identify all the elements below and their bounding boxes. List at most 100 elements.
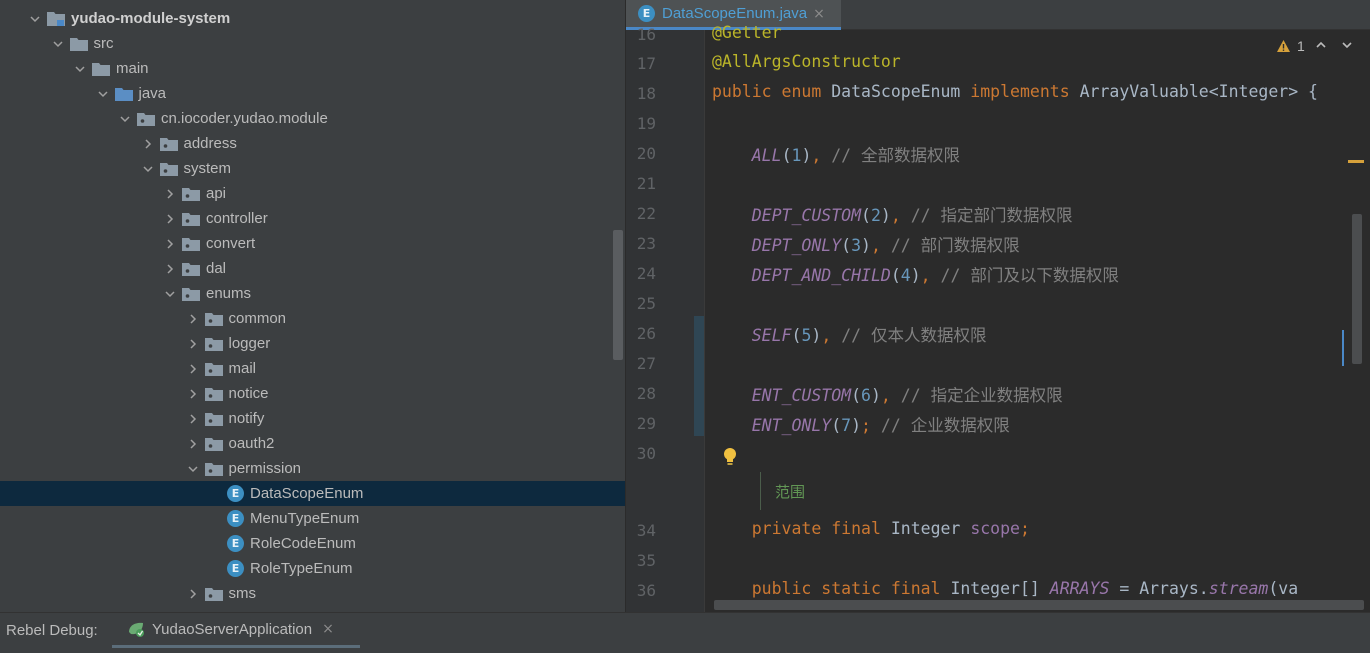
code-token: public static final bbox=[751, 579, 951, 598]
enum-file-icon: E bbox=[638, 5, 655, 22]
chevron-right-icon[interactable] bbox=[185, 411, 201, 427]
warning-stripe-marker[interactable] bbox=[1348, 160, 1364, 163]
code-line[interactable]: @AllArgsConstructor bbox=[712, 52, 901, 71]
project-tree[interactable]: yudao-module-system src main java cn.iocoder… bbox=[0, 0, 625, 612]
tree-item-label: RoleTypeEnum bbox=[250, 560, 353, 577]
folded-region[interactable]: 范围 bbox=[760, 472, 1360, 510]
chevron-down-icon[interactable] bbox=[185, 461, 201, 477]
chevron-down-icon[interactable] bbox=[162, 286, 178, 302]
tree-item[interactable]: dal bbox=[0, 256, 625, 281]
package-icon bbox=[182, 212, 200, 226]
tree-item[interactable]: system bbox=[0, 156, 625, 181]
vcs-change-marker[interactable] bbox=[694, 316, 704, 436]
code-line[interactable]: ENT_CUSTOM(6), // 指定企业数据权限 bbox=[712, 382, 1063, 406]
tree-item-label: api bbox=[206, 185, 227, 202]
tree-item[interactable]: controller bbox=[0, 206, 625, 231]
tree-item[interactable]: E RoleTypeEnum bbox=[0, 556, 625, 581]
chevron-right-icon[interactable] bbox=[185, 311, 201, 327]
tree-item[interactable]: oauth2 bbox=[0, 431, 625, 456]
tree-item[interactable]: permission bbox=[0, 456, 625, 481]
tree-item[interactable]: E DataScopeEnum bbox=[0, 481, 625, 506]
chevron-right-icon[interactable] bbox=[185, 386, 201, 402]
chevron-right-icon[interactable] bbox=[162, 236, 178, 252]
package-icon bbox=[159, 162, 178, 176]
chevron-down-icon[interactable] bbox=[140, 161, 156, 177]
gutter-divider bbox=[704, 30, 705, 612]
code-line[interactable]: DEPT_ONLY(3), // 部门数据权限 bbox=[712, 232, 1020, 256]
package-icon bbox=[204, 587, 223, 601]
lightbulb-icon[interactable] bbox=[720, 446, 740, 468]
tree-item[interactable]: E RoleCodeEnum bbox=[0, 531, 625, 556]
enum-file-icon: E bbox=[227, 510, 244, 527]
code-line[interactable]: ALL(1), // 全部数据权限 bbox=[712, 142, 960, 166]
code-line[interactable]: @Getter bbox=[712, 23, 782, 42]
chevron-right-icon[interactable] bbox=[185, 361, 201, 377]
enum-file-icon: E bbox=[227, 535, 244, 552]
editor-vertical-scrollbar[interactable] bbox=[1352, 214, 1362, 364]
code-token: public enum bbox=[712, 82, 832, 101]
code-token: ALL bbox=[751, 146, 782, 165]
chevron-right-icon[interactable] bbox=[162, 211, 178, 227]
chevron-right-icon[interactable] bbox=[185, 336, 201, 352]
next-highlight-button[interactable] bbox=[1337, 38, 1357, 54]
tree-item[interactable]: api bbox=[0, 181, 625, 206]
tree-item[interactable]: mail bbox=[0, 356, 625, 381]
tree-item[interactable]: notify bbox=[0, 406, 625, 431]
code-line[interactable]: DEPT_AND_CHILD(4), // 部门及以下数据权限 bbox=[712, 262, 1119, 286]
inspection-widget[interactable]: 1 bbox=[1276, 38, 1357, 54]
chevron-down-icon[interactable] bbox=[50, 36, 66, 52]
code-line[interactable]: DEPT_CUSTOM(2), // 指定部门数据权限 bbox=[712, 202, 1073, 226]
chevron-right-icon[interactable] bbox=[162, 186, 178, 202]
tree-item-label: src bbox=[93, 35, 114, 52]
tree-item[interactable]: enums bbox=[0, 281, 625, 306]
close-tab-icon[interactable]: × bbox=[322, 621, 334, 637]
package-icon bbox=[204, 362, 223, 376]
tree-item[interactable]: E MenuTypeEnum bbox=[0, 506, 625, 531]
chevron-right-icon[interactable] bbox=[185, 436, 201, 452]
chevron-down-icon[interactable] bbox=[95, 86, 111, 102]
tree-item[interactable]: src bbox=[0, 31, 625, 56]
code-line[interactable]: ENT_ONLY(7); // 企业数据权限 bbox=[712, 412, 1010, 436]
tree-item[interactable]: sms bbox=[0, 581, 625, 606]
code-token: @AllArgsConstructor bbox=[712, 52, 901, 71]
chevron-right-icon[interactable] bbox=[140, 136, 156, 152]
chevron-down-icon[interactable] bbox=[27, 11, 43, 27]
chevron-right-icon[interactable] bbox=[162, 261, 178, 277]
line-number: 22 bbox=[636, 204, 656, 223]
code-token: 2 bbox=[870, 206, 881, 225]
code-editor[interactable]: E DataScopeEnum.java × 16 17 18 19 20 21 22 23 2… bbox=[626, 0, 1370, 612]
tree-item-label: permission bbox=[228, 460, 302, 477]
package-icon bbox=[204, 412, 223, 426]
code-line[interactable]: public static final Integer[] ARRAYS = A… bbox=[712, 579, 1298, 598]
line-number: 34 bbox=[636, 521, 656, 540]
chevron-down-icon[interactable] bbox=[117, 111, 133, 127]
tree-scrollbar[interactable] bbox=[613, 230, 623, 360]
tree-item[interactable]: address bbox=[0, 131, 625, 156]
code-token: // 企业数据权限 bbox=[880, 416, 1010, 435]
tree-item[interactable]: convert bbox=[0, 231, 625, 256]
package-icon bbox=[204, 312, 223, 326]
run-config-tab[interactable]: YudaoServerApplication × bbox=[112, 613, 360, 648]
line-number: 21 bbox=[636, 174, 656, 193]
tree-item[interactable]: main bbox=[0, 56, 625, 81]
code-line[interactable]: private final Integer scope; bbox=[712, 519, 1030, 538]
tree-item-label: dal bbox=[206, 260, 227, 277]
tree-item[interactable]: common bbox=[0, 306, 625, 331]
previous-highlight-button[interactable] bbox=[1311, 38, 1331, 54]
chevron-right-icon[interactable] bbox=[185, 586, 201, 602]
tree-item[interactable]: logger bbox=[0, 331, 625, 356]
tree-item[interactable]: yudao-module-system bbox=[0, 6, 625, 31]
chevron-down-icon[interactable] bbox=[72, 61, 88, 77]
tree-item[interactable]: cn.iocoder.yudao.module bbox=[0, 106, 625, 131]
code-line[interactable]: public enum DataScopeEnum implements Arr… bbox=[712, 82, 1318, 101]
code-token: scope bbox=[970, 519, 1020, 538]
tree-item[interactable]: notice bbox=[0, 381, 625, 406]
code-token: ( bbox=[781, 146, 792, 165]
tree-item[interactable]: java bbox=[0, 81, 625, 106]
code-token: DEPT_CUSTOM bbox=[751, 206, 862, 225]
close-tab-icon[interactable]: × bbox=[813, 6, 825, 22]
editor-horizontal-scrollbar[interactable] bbox=[714, 600, 1364, 610]
code-line[interactable]: SELF(5), // 仅本人数据权限 bbox=[712, 322, 987, 346]
